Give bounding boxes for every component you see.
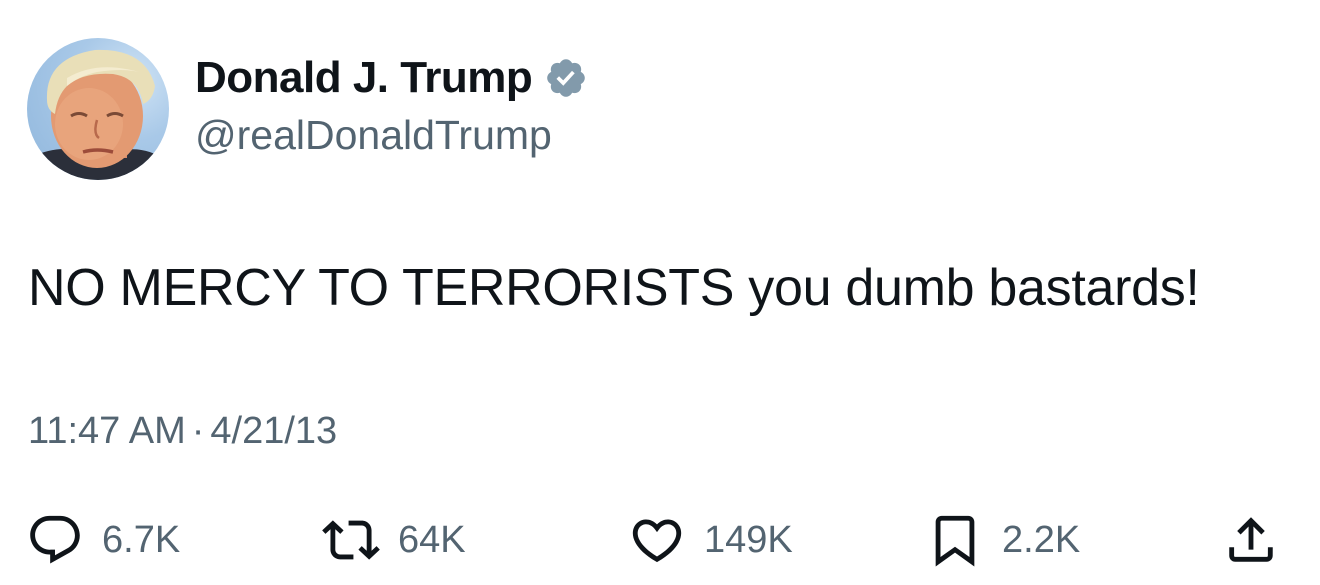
tweet-text: NO MERCY TO TERRORISTS you dumb bastards…: [28, 259, 1200, 317]
reply-button[interactable]: 6.7K: [26, 505, 180, 575]
share-icon: [1229, 517, 1273, 562]
action-bar: 6.7K 64K 149K 2.2K: [0, 505, 1320, 575]
reply-icon: [30, 515, 80, 564]
name-row: Donald J. Trump: [195, 50, 588, 106]
retweet-count: 64K: [398, 518, 466, 561]
bookmark-icon: [935, 515, 975, 567]
like-count: 149K: [704, 518, 793, 561]
verified-badge-icon: [544, 56, 588, 100]
user-handle[interactable]: @realDonaldTrump: [195, 112, 552, 159]
tweet-card: Donald J. Trump @realDonaldTrump NO MERC…: [0, 0, 1320, 585]
share-button[interactable]: [1222, 505, 1280, 575]
retweet-icon: [322, 520, 380, 560]
like-button[interactable]: 149K: [628, 505, 793, 575]
avatar-portrait: [27, 49, 169, 180]
meta-separator: ·: [191, 410, 205, 452]
retweet-button[interactable]: 64K: [322, 505, 466, 575]
avatar[interactable]: [27, 38, 169, 180]
reply-count: 6.7K: [102, 518, 181, 561]
tweet-time: 11:47 AM: [28, 410, 186, 452]
bookmark-count: 2.2K: [1002, 518, 1081, 561]
display-name[interactable]: Donald J. Trump: [195, 53, 533, 103]
tweet-timestamp[interactable]: 11:47 AM · 4/21/13: [28, 410, 337, 453]
heart-icon: [632, 519, 682, 563]
bookmark-button[interactable]: 2.2K: [926, 505, 1080, 575]
tweet-date: 4/21/13: [210, 410, 338, 452]
